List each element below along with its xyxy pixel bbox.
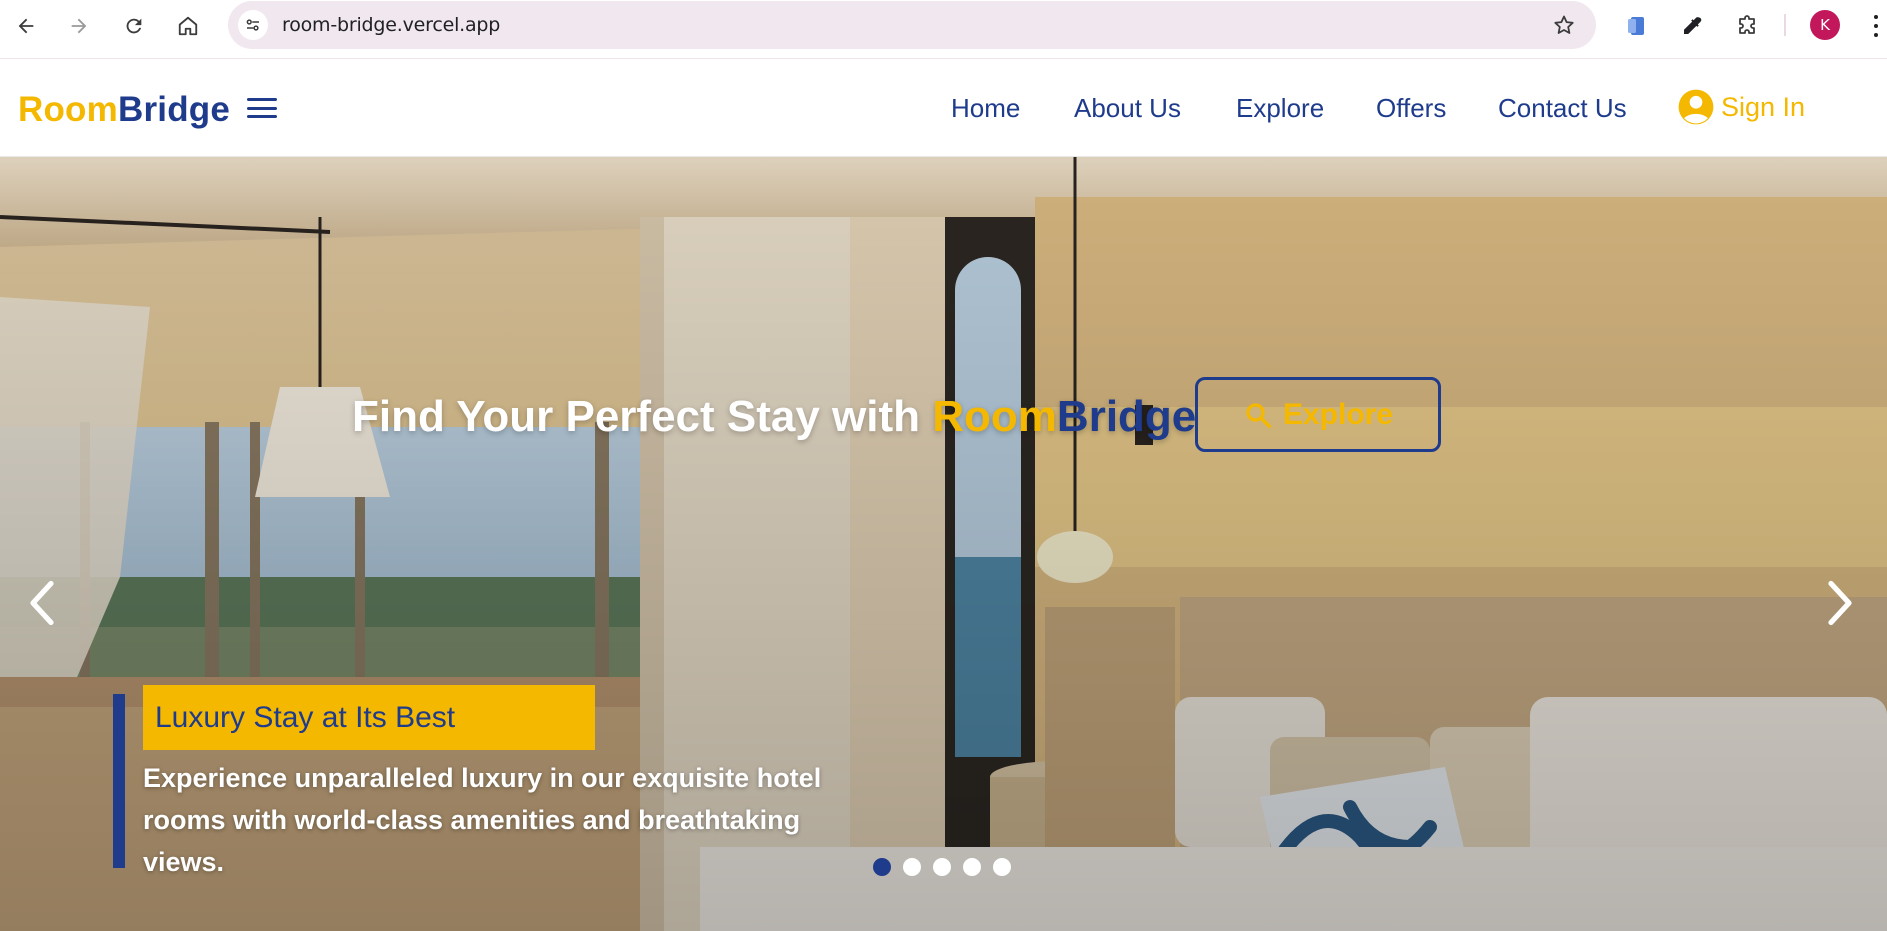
carousel-dot-4[interactable] [963,858,981,876]
home-button[interactable] [172,10,204,42]
phone-extension-icon [1628,17,1644,35]
bookmark-star-button[interactable] [1552,13,1576,37]
menu-dot-icon [1874,33,1878,37]
arrow-left-icon [18,18,34,34]
carousel-dot-3[interactable] [933,858,951,876]
carousel-indicators [873,858,1011,876]
caption-title-box: Luxury Stay at Its Best [143,685,595,750]
extensions-button[interactable] [1733,12,1761,40]
tune-icon [246,19,259,31]
nav-offers[interactable]: Offers [1376,93,1446,124]
menu-dot-icon [1874,15,1878,19]
browser-toolbar: room-bridge.vercel.app K [0,0,1887,59]
carousel-dot-2[interactable] [903,858,921,876]
nav-explore[interactable]: Explore [1236,93,1324,124]
hero-title: Find Your Perfect Stay with RoomBridge [352,392,1196,442]
site-header: RoomBridge Home About Us Explore Offers … [0,60,1887,157]
hero-carousel: Find Your Perfect Stay with RoomBridge E… [0,157,1887,931]
url-text[interactable]: room-bridge.vercel.app [282,14,500,36]
arrow-right-icon [71,18,87,34]
nav-contact-us[interactable]: Contact Us [1498,93,1627,124]
carousel-dot-1[interactable] [873,858,891,876]
caption-text: Experience unparalleled luxury in our ex… [143,763,822,877]
carousel-dot-5[interactable] [993,858,1011,876]
extension-phone-button[interactable] [1623,12,1651,40]
star-icon [1554,15,1574,34]
browser-menu-button[interactable] [1870,12,1882,40]
chevron-left-icon [30,580,54,626]
caption-title: Luxury Stay at Its Best [155,700,456,734]
nav-home[interactable]: Home [951,93,1020,124]
hero-title-prefix: Find Your Perfect Stay with [352,392,921,441]
menu-dot-icon [1874,24,1878,28]
user-circle-icon [1678,89,1714,125]
hero-explore-label: Explore [1282,397,1394,431]
hero-title-bridge: Bridge [1056,392,1197,441]
sign-in-label: Sign In [1721,91,1806,122]
reload-icon [126,18,142,34]
reload-button[interactable] [118,10,150,42]
main-nav: Home About Us Explore Offers Contact Us [0,93,1887,133]
nav-about-us[interactable]: About Us [1074,93,1181,124]
forward-button[interactable] [63,10,95,42]
profile-avatar[interactable]: K [1810,10,1840,40]
carousel-next-button[interactable] [1820,573,1860,633]
search-icon [1246,402,1271,428]
address-bar[interactable]: room-bridge.vercel.app [228,1,1596,49]
extension-eyedropper-button[interactable] [1678,12,1706,40]
site-info-button[interactable] [238,10,268,40]
hero-explore-button[interactable]: Explore [1195,377,1441,452]
home-icon [178,16,198,36]
caption-accent-bar [113,694,125,868]
puzzle-icon [1739,15,1755,34]
back-button[interactable] [10,10,42,42]
toolbar-divider [1784,14,1786,36]
carousel-prev-button[interactable] [22,573,62,633]
hero-title-room: Room [932,392,1057,441]
chevron-right-icon [1828,580,1852,626]
sign-in-button[interactable]: Sign In [1677,88,1805,126]
eyedropper-icon [1684,17,1702,34]
